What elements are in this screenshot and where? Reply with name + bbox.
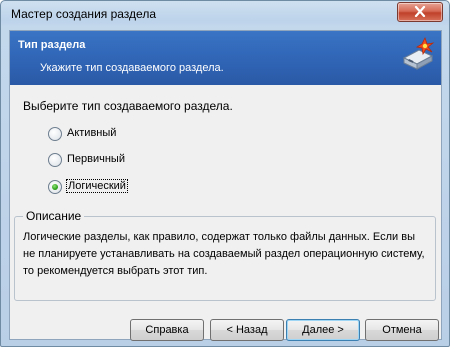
radio-label-logical: Логический [66, 179, 128, 193]
cancel-button[interactable]: Отмена [365, 319, 439, 341]
description-legend: Описание [23, 209, 85, 223]
wizard-content: Тип раздела Укажите тип создаваемого раз… [9, 30, 442, 341]
type-prompt: Выберите тип создаваемого раздела. [23, 99, 233, 113]
banner-subtitle: Укажите тип создаваемого раздела. [40, 62, 224, 74]
radio-primary[interactable]: Первичный [48, 153, 148, 169]
back-button[interactable]: < Назад [210, 319, 284, 341]
header-banner: Тип раздела Укажите тип создаваемого раз… [10, 31, 441, 85]
banner-title: Тип раздела [18, 39, 86, 51]
help-button[interactable]: Справка [130, 319, 204, 341]
close-button[interactable] [397, 2, 443, 22]
radio-button[interactable] [48, 153, 62, 167]
radio-logical[interactable]: Логический [48, 179, 148, 196]
radio-button[interactable] [48, 127, 62, 141]
radio-button-checked[interactable] [48, 180, 62, 194]
wizard-window: Мастер создания раздела Тип раздела Укаж… [0, 0, 450, 347]
close-icon [414, 6, 426, 17]
radio-label-primary: Первичный [67, 153, 125, 165]
title-bar[interactable]: Мастер создания раздела [1, 1, 449, 27]
radio-label-active: Активный [67, 127, 117, 139]
disk-wizard-icon [402, 36, 435, 70]
window-title: Мастер создания раздела [11, 7, 157, 21]
description-text: Логические разделы, как правило, содержа… [23, 231, 425, 277]
description-group: Описание Логические разделы, как правило… [14, 209, 436, 301]
radio-active[interactable]: Активный [48, 127, 138, 143]
next-button[interactable]: Далее > [286, 319, 360, 341]
